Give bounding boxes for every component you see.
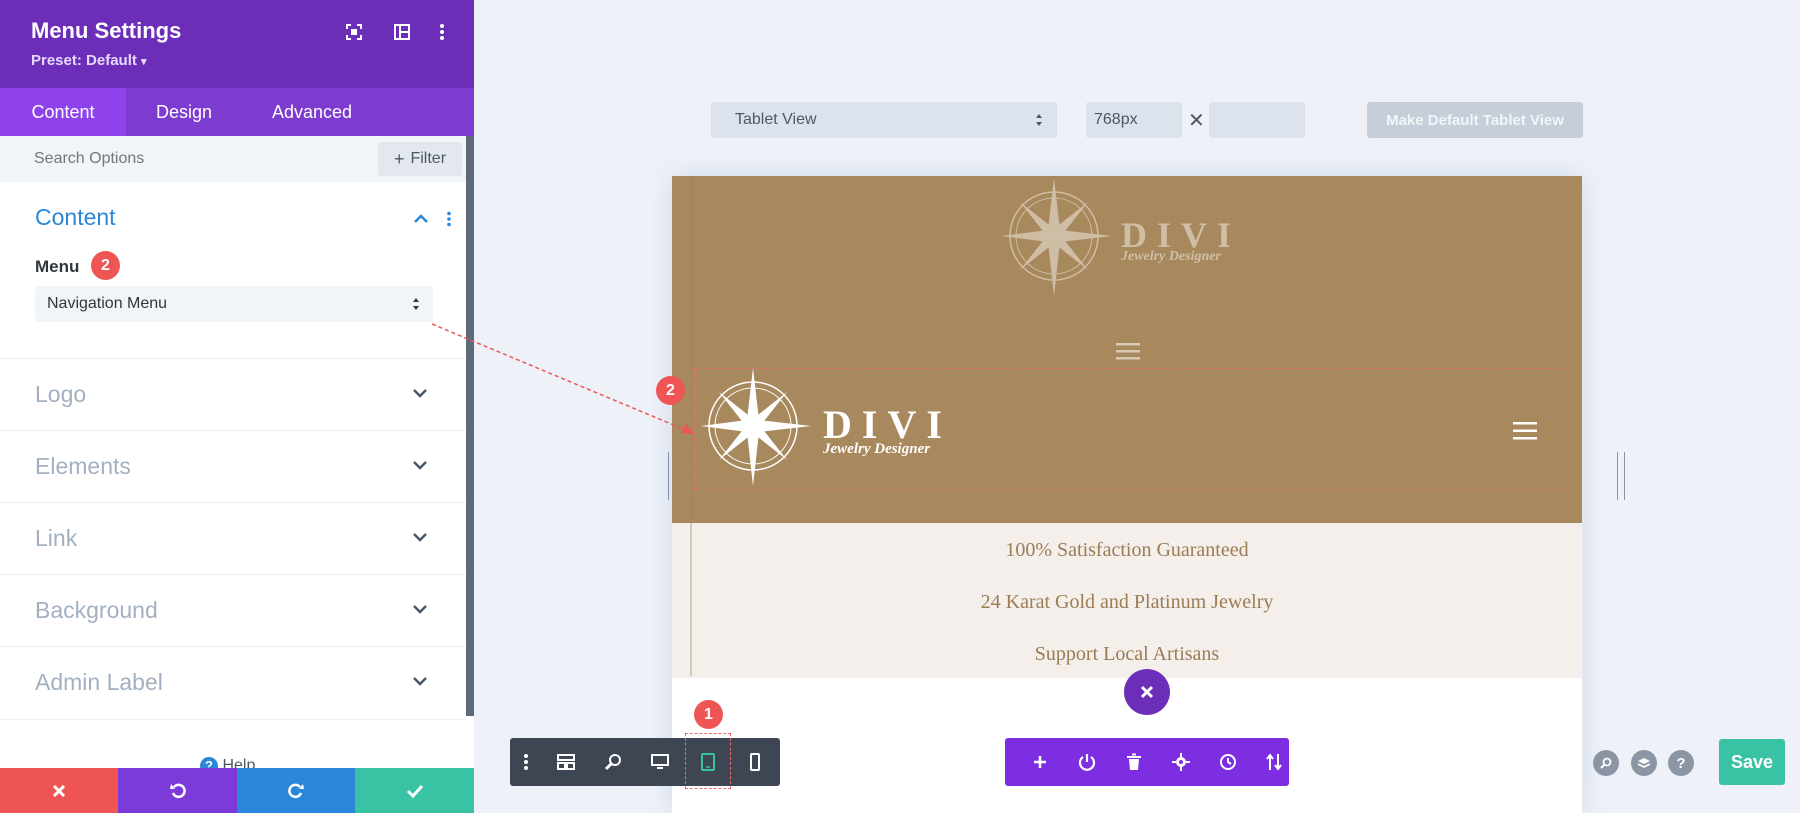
logo-compass-icon — [1002, 178, 1112, 296]
view-mode-value: Tablet View — [735, 111, 817, 128]
group-title: Link — [35, 525, 78, 551]
checkmark-icon — [406, 784, 423, 798]
search-options-input[interactable] — [34, 150, 314, 168]
group-elements[interactable]: Elements — [0, 430, 466, 503]
tab-design[interactable]: Design — [126, 88, 242, 136]
more-options-icon[interactable] — [514, 750, 538, 774]
menu-select[interactable]: Navigation Menu — [35, 286, 433, 322]
history-icon[interactable] — [1216, 750, 1240, 774]
close-section-button[interactable] — [1124, 669, 1170, 715]
preset-label: Preset: Default — [31, 52, 137, 69]
zoom-icon[interactable] — [601, 750, 625, 774]
panel-title: Menu Settings — [31, 18, 182, 43]
group-title: Elements — [35, 453, 131, 479]
section-options-icon[interactable] — [446, 211, 452, 227]
content-section-title[interactable]: Content — [35, 204, 116, 231]
select-arrows-icon — [1035, 112, 1043, 128]
group-title: Logo — [35, 381, 87, 407]
chevron-down-icon — [412, 603, 428, 615]
hamburger-menu-icon[interactable] — [1116, 341, 1140, 361]
view-mode-toolbar — [510, 733, 780, 789]
group-title: Admin Label — [35, 669, 163, 695]
logo-tagline: Jewelry Designer — [1121, 249, 1221, 264]
tab-content[interactable]: Content — [0, 88, 126, 136]
annotation-arrow — [431, 323, 694, 434]
sort-icon[interactable] — [1262, 750, 1286, 774]
step-badge: 1 — [694, 700, 723, 729]
split-view-icon[interactable] — [390, 20, 414, 44]
layers-icon[interactable] — [1631, 750, 1657, 776]
close-icon — [52, 784, 66, 797]
close-icon — [1140, 685, 1154, 699]
trash-icon[interactable] — [1122, 750, 1146, 774]
group-admin-label[interactable]: Admin Label — [0, 646, 466, 720]
desktop-view-icon[interactable] — [648, 750, 672, 774]
group-link[interactable]: Link — [0, 502, 466, 575]
menu-field-label: Menu — [35, 257, 80, 276]
group-logo[interactable]: Logo — [0, 358, 466, 431]
view-mode-select[interactable]: Tablet View — [711, 102, 1057, 138]
panel-header: Menu Settings Preset: Default ▾ — [0, 0, 474, 88]
chevron-up-icon[interactable] — [413, 213, 429, 225]
tablet-preview: DIVI Jewelry Designer DIVI Jewelry Desig… — [672, 176, 1582, 813]
chevron-down-icon — [412, 387, 428, 399]
info-line: 100% Satisfaction Guaranteed — [1005, 539, 1249, 561]
page-actions-toolbar — [1005, 738, 1289, 786]
hamburger-menu-icon[interactable] — [1513, 421, 1537, 441]
undo-icon — [169, 783, 186, 798]
redo-button[interactable] — [237, 768, 355, 813]
group-title: Background — [35, 597, 158, 623]
filter-button[interactable]: + Filter — [378, 142, 462, 176]
tab-advanced[interactable]: Advanced — [242, 88, 382, 136]
chevron-down-icon — [412, 531, 428, 543]
resize-handle-right[interactable] — [1617, 452, 1625, 500]
menu-module-highlight[interactable]: DIVI Jewelry Designer — [694, 368, 1562, 490]
chevron-down-icon — [412, 675, 428, 687]
confirm-button[interactable] — [355, 768, 474, 813]
tablet-view-icon[interactable] — [696, 750, 720, 774]
plus-icon: + — [393, 148, 405, 169]
viewport-height-input[interactable] — [1209, 102, 1305, 138]
wireframe-icon[interactable] — [554, 750, 578, 774]
select-arrows-icon — [412, 296, 420, 312]
power-icon[interactable] — [1075, 750, 1099, 774]
menu-select-value: Navigation Menu — [47, 295, 168, 312]
make-default-view-button[interactable]: Make Default Tablet View — [1367, 102, 1583, 138]
step-badge: 2 — [91, 251, 120, 280]
add-icon[interactable] — [1028, 750, 1052, 774]
info-line: 24 Karat Gold and Platinum Jewelry — [980, 591, 1274, 613]
dimension-separator: ✕ — [1188, 110, 1205, 132]
chevron-down-icon — [412, 459, 428, 471]
info-section: 100% Satisfaction Guaranteed 24 Karat Go… — [672, 523, 1582, 678]
caret-down-icon: ▾ — [141, 56, 147, 68]
phone-view-icon[interactable] — [743, 750, 767, 774]
discard-button[interactable] — [0, 768, 118, 813]
viewport-width-input[interactable] — [1086, 102, 1182, 138]
undo-button[interactable] — [118, 768, 237, 813]
help-icon[interactable]: ? — [1668, 750, 1694, 776]
logo-tagline: Jewelry Designer — [823, 441, 931, 457]
logo-compass-icon — [701, 368, 811, 486]
redo-icon — [288, 783, 304, 798]
filter-label: Filter — [410, 150, 447, 167]
panel-tabs: Content Design Advanced — [0, 88, 474, 136]
group-background[interactable]: Background — [0, 574, 466, 647]
search-bar: + Filter — [0, 136, 474, 182]
fullscreen-icon[interactable] — [342, 20, 366, 44]
settings-panel: Menu Settings Preset: Default ▾ Content … — [0, 0, 474, 813]
info-line: Support Local Artisans — [1034, 643, 1220, 665]
preset-dropdown[interactable]: Preset: Default ▾ — [31, 52, 147, 69]
site-header: DIVI Jewelry Designer DIVI Jewelry Desig… — [672, 176, 1582, 523]
gear-icon[interactable] — [1169, 750, 1193, 774]
search-icon[interactable] — [1593, 750, 1619, 776]
more-options-icon[interactable] — [430, 20, 454, 44]
save-button[interactable]: Save — [1719, 739, 1785, 785]
